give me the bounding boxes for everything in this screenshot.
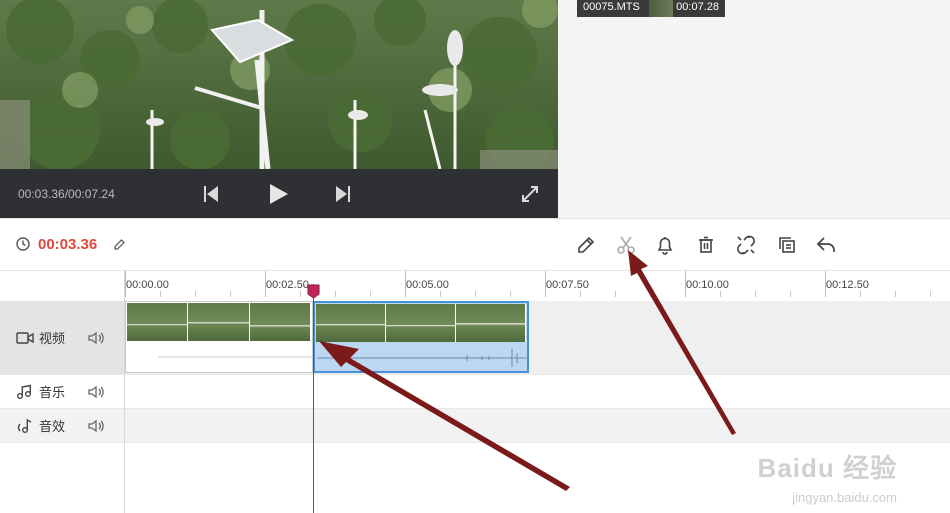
ruler-label: 00:10.00 [686,279,729,291]
undo-icon [816,237,835,252]
ruler-minor-tick [720,291,721,297]
clip-frame [127,303,189,341]
video-frame-image [0,0,558,169]
trash-icon [699,236,713,253]
ruler-minor-tick [930,291,931,297]
clip-frame [188,303,250,341]
detach-audio-button[interactable] [734,233,758,257]
play-icon [270,184,288,204]
pencil-icon [578,236,595,253]
ruler-minor-tick [370,291,371,297]
track-header-divider [0,271,125,513]
marker-button[interactable] [653,233,677,257]
selected-video-clip[interactable] [313,301,529,373]
media-library-panel: 00075.MTS 00:07.28 [558,0,950,218]
ruler-minor-tick [160,291,161,297]
copy-button[interactable] [775,233,799,257]
split-button[interactable] [614,233,638,257]
ruler-label: 00:05.00 [406,279,449,291]
skip-back-icon [204,186,218,202]
play-button[interactable] [266,181,292,207]
audio-waveform [158,356,312,358]
sound-effect-track: 音效 [0,408,950,443]
ruler-minor-tick [230,291,231,297]
next-frame-button[interactable] [330,181,356,207]
ruler-minor-tick [755,291,756,297]
edit-time-icon[interactable] [114,239,125,250]
ruler-minor-tick [580,291,581,297]
clip-frame [249,303,311,341]
scissors-icon [617,236,635,254]
ruler-label: 00:02.50 [266,279,309,291]
media-item-duration: 00:07.28 [676,1,719,13]
ruler-minor-tick [650,291,651,297]
clip-thumbnails [127,303,311,341]
edit-button[interactable] [574,233,598,257]
video-clip[interactable] [125,301,313,373]
time-ruler[interactable]: 00:00.00 00:02.50 00:05.00 00:07.50 00:1… [125,271,950,301]
unlink-icon [737,235,755,255]
expand-icon [522,186,538,202]
clip-frame [456,304,526,342]
clip-frame [386,304,456,342]
ruler-minor-tick [860,291,861,297]
current-time: 00:03.36 [38,236,98,253]
prev-frame-button[interactable] [198,181,224,207]
preview-panel: 00:03.36/00:07.24 [0,0,558,218]
music-track: 音乐 [0,374,950,408]
clock-icon [16,237,30,251]
delete-button[interactable] [694,233,718,257]
undo-button[interactable] [814,233,838,257]
video-preview-frame [0,0,558,169]
ruler-label: 00:12.50 [826,279,869,291]
ruler-label: 00:07.50 [546,279,589,291]
fullscreen-button[interactable] [517,181,543,207]
timeline-toolbar: 00:03.36 [0,218,950,270]
ruler-minor-tick [475,291,476,297]
player-time-readout: 00:03.36/00:07.24 [18,187,115,201]
bell-icon [657,237,673,255]
ruler-minor-tick [300,291,301,297]
watermark-brand: Baidu 经验 [757,453,897,483]
audio-waveform [317,349,527,367]
media-thumbnail [649,0,673,17]
player-controls: 00:03.36/00:07.24 [0,169,558,218]
watermark-url: jingyan.baidu.com [792,490,897,505]
clip-thumbnails [316,304,526,342]
playhead-line [313,284,314,513]
video-editor: 00:03.36/00:07.24 00075.MTS 00:07.28 00:… [0,0,950,513]
clip-frame [316,304,386,342]
media-item-name: 00075.MTS [583,1,640,13]
ruler-minor-tick [615,291,616,297]
ruler-label: 00:00.00 [126,279,169,291]
ruler-minor-tick [195,291,196,297]
copy-icon [779,237,795,253]
ruler-minor-tick [335,291,336,297]
ruler-minor-tick [440,291,441,297]
playhead-handle[interactable] [307,284,320,299]
ruler-minor-tick [510,291,511,297]
ruler-minor-tick [790,291,791,297]
media-item[interactable]: 00075.MTS 00:07.28 [577,0,725,17]
ruler-minor-tick [895,291,896,297]
skip-forward-icon [336,186,350,202]
